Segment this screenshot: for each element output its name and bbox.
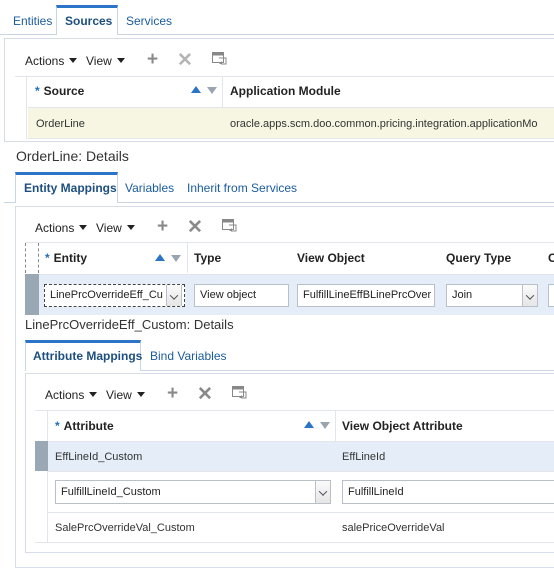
vo-attribute-field[interactable]: FulfillLineId — [342, 480, 554, 504]
required-star: * — [45, 251, 50, 265]
required-star: * — [55, 419, 60, 433]
view-menu[interactable]: View — [86, 54, 125, 68]
column-separator — [335, 411, 336, 441]
view-menu[interactable]: View — [106, 388, 145, 402]
view-object-field[interactable]: FulfillLineEffBLinePrcOver — [297, 284, 435, 307]
cell-source: OrderLine — [36, 118, 85, 130]
column-header-entity[interactable]: * Entity — [45, 251, 87, 265]
chevron-down-icon — [69, 58, 78, 64]
cell-vo-attribute: salePriceOverrideVal — [342, 522, 445, 534]
sort-ascending-icon[interactable] — [191, 86, 201, 93]
actions-menu[interactable]: Actions — [35, 221, 88, 235]
chevron-down-icon — [136, 392, 145, 398]
column-separator — [222, 77, 223, 107]
grip-column — [35, 411, 48, 542]
row-selected-marker — [35, 441, 48, 471]
column-header-source[interactable]: * Source — [35, 84, 84, 98]
cell-attribute: EffLineId_Custom — [55, 451, 143, 463]
tab-entities[interactable]: Entities — [13, 14, 52, 28]
grip-column — [25, 243, 39, 273]
truncated-field[interactable] — [548, 284, 554, 307]
tab-divider — [140, 370, 554, 371]
column-header-truncated[interactable]: C — [548, 251, 554, 265]
query-type-select[interactable]: Join — [446, 284, 538, 307]
plus-icon[interactable]: + — [157, 217, 168, 236]
column-separator — [187, 243, 188, 273]
chevron-down-icon — [126, 225, 135, 231]
cell-attribute: SalePrcOverrideVal_Custom — [55, 522, 195, 534]
tab-bind-variables[interactable]: Bind Variables — [150, 349, 227, 363]
sort-ascending-icon[interactable] — [304, 421, 314, 428]
attribute-select[interactable]: FulfillLineId_Custom — [55, 480, 331, 504]
view-menu[interactable]: View — [96, 221, 135, 235]
sort-descending-icon[interactable] — [171, 255, 181, 262]
entity-select[interactable]: LinePrcOverrideEff_Cu — [44, 284, 185, 307]
tab-divider — [117, 202, 554, 203]
cell-vo-attribute: EffLineId — [342, 451, 386, 463]
dropdown-icon[interactable] — [522, 285, 537, 306]
column-header-view-object-attribute[interactable]: View Object Attribute — [342, 419, 463, 433]
delete-icon[interactable]: ✕ — [197, 385, 213, 404]
page-title: OrderLine: Details — [16, 148, 129, 164]
chevron-down-icon — [89, 392, 98, 398]
row-divider — [35, 542, 554, 543]
plus-icon[interactable]: + — [167, 384, 178, 403]
delete-icon[interactable]: ✕ — [187, 218, 203, 237]
section-title: LinePrcOverrideEff_Custom: Details — [25, 317, 234, 332]
grip-column — [15, 77, 27, 139]
dropdown-icon[interactable] — [315, 481, 330, 503]
detach-icon[interactable] — [222, 219, 237, 232]
delete-icon[interactable]: ✕ — [177, 51, 193, 70]
chevron-down-icon — [79, 225, 88, 231]
sort-descending-icon[interactable] — [207, 87, 217, 94]
tab-sources[interactable]: Sources — [65, 14, 112, 28]
detach-icon[interactable] — [212, 52, 227, 65]
column-header-query-type[interactable]: Query Type — [446, 251, 511, 265]
dropdown-icon[interactable] — [166, 285, 182, 306]
tab-divider — [0, 34, 56, 35]
type-field[interactable]: View object — [194, 284, 289, 307]
cell-application-module: oracle.apps.scm.doo.common.pricing.integ… — [230, 118, 538, 130]
plus-icon[interactable]: + — [147, 50, 158, 69]
actions-menu[interactable]: Actions — [25, 54, 78, 68]
actions-menu[interactable]: Actions — [45, 388, 98, 402]
tab-divider — [117, 34, 554, 35]
tab-inherit-from-services[interactable]: Inherit from Services — [187, 181, 297, 195]
column-header-view-object[interactable]: View Object — [297, 251, 365, 265]
tab-variables[interactable]: Variables — [125, 181, 174, 195]
row-divider — [48, 471, 554, 472]
chevron-down-icon — [116, 58, 125, 64]
required-star: * — [35, 84, 40, 98]
sort-descending-icon[interactable] — [320, 422, 330, 429]
tab-attribute-mappings[interactable]: Attribute Mappings — [33, 349, 142, 363]
detach-icon[interactable] — [232, 386, 247, 399]
sort-ascending-icon[interactable] — [155, 254, 165, 261]
tab-entity-mappings[interactable]: Entity Mappings — [24, 181, 117, 195]
tab-divider — [4, 202, 15, 203]
column-header-application-module[interactable]: Application Module — [230, 84, 341, 98]
tab-services[interactable]: Services — [126, 14, 172, 28]
row-selected-marker — [25, 274, 39, 315]
column-header-attribute[interactable]: * Attribute — [55, 419, 114, 433]
column-header-type[interactable]: Type — [194, 251, 221, 265]
